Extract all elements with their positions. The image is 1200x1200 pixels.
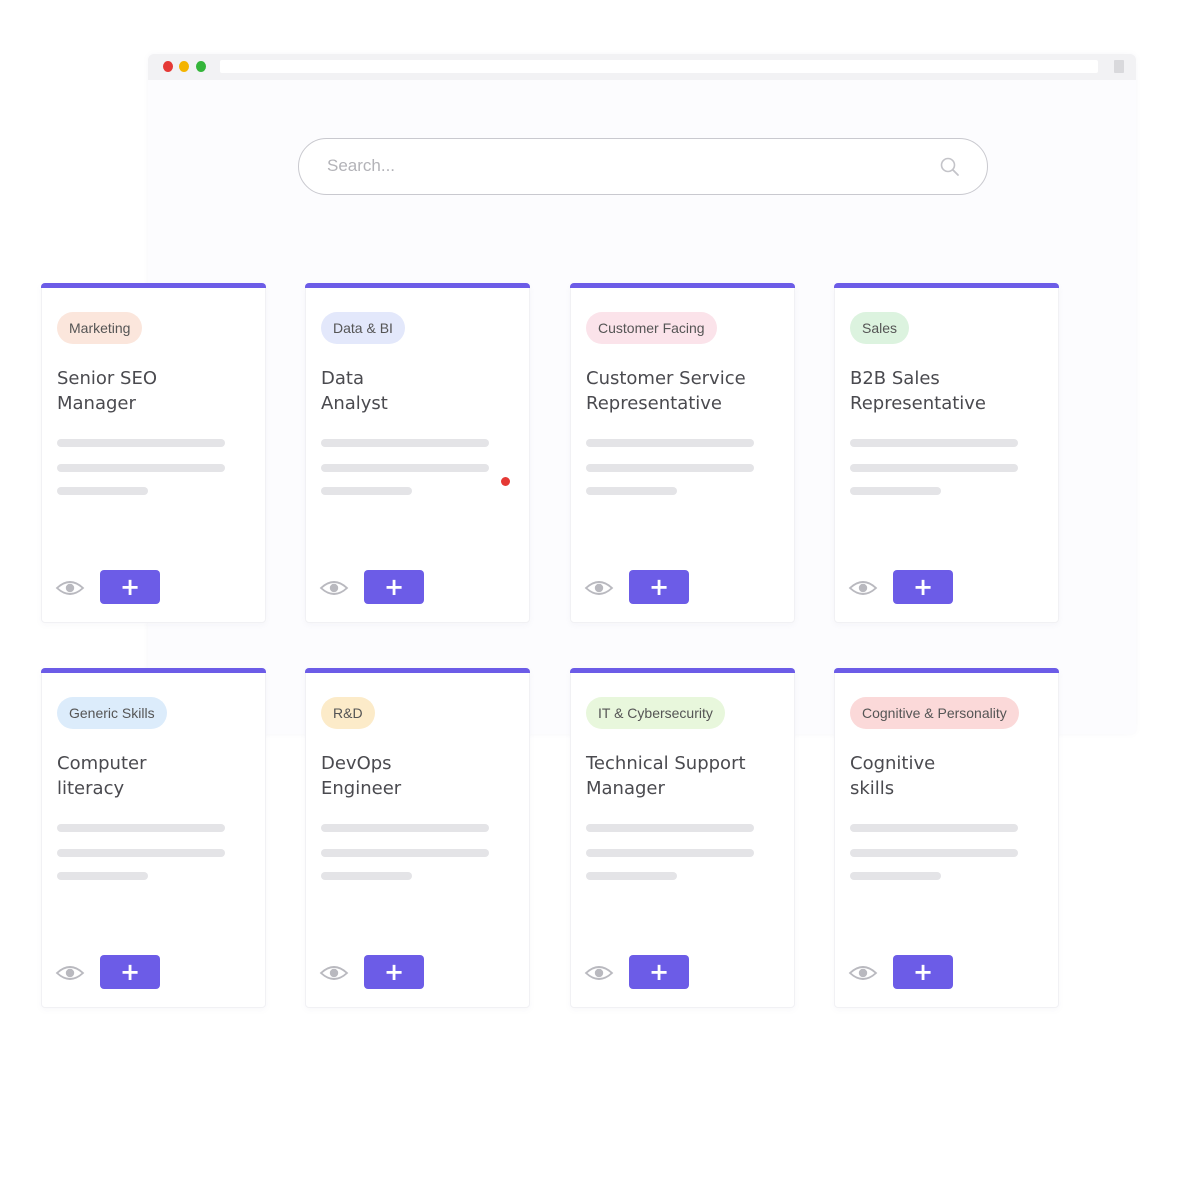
card-title-line-1: Computer bbox=[57, 753, 147, 774]
card[interactable]: Customer Facing Customer Service Represe… bbox=[570, 283, 795, 623]
card-title-line-1: Data bbox=[321, 368, 364, 389]
eye-icon[interactable] bbox=[319, 963, 349, 983]
card[interactable]: IT & Cybersecurity Technical Support Man… bbox=[570, 668, 795, 1008]
card[interactable]: Sales B2B Sales Representative + bbox=[834, 283, 1059, 623]
placeholder-line bbox=[57, 487, 148, 495]
card-title-line-2: skills bbox=[850, 778, 895, 799]
eye-icon[interactable] bbox=[848, 578, 878, 598]
card-title: DevOps Engineer bbox=[321, 751, 526, 801]
placeholder-line bbox=[57, 439, 225, 447]
card-title-line-1: DevOps bbox=[321, 753, 392, 774]
placeholder-line bbox=[586, 824, 754, 832]
minimize-window-button[interactable] bbox=[179, 61, 189, 72]
card-title: B2B Sales Representative bbox=[850, 366, 1055, 416]
placeholder-line bbox=[57, 872, 148, 880]
search-icon[interactable] bbox=[939, 156, 961, 178]
card[interactable]: R&D DevOps Engineer + bbox=[305, 668, 530, 1008]
placeholder-line bbox=[586, 872, 677, 880]
eye-icon[interactable] bbox=[55, 578, 85, 598]
placeholder-line bbox=[586, 439, 754, 447]
card[interactable]: Marketing Senior SEO Manager + bbox=[41, 283, 266, 623]
category-tag: Cognitive & Personality bbox=[850, 697, 1019, 729]
placeholder-line bbox=[321, 487, 412, 495]
placeholder-line bbox=[321, 824, 489, 832]
close-window-button[interactable] bbox=[163, 61, 173, 72]
card[interactable]: Generic Skills Computer literacy + bbox=[41, 668, 266, 1008]
placeholder-line bbox=[321, 872, 412, 880]
card-accent-bar bbox=[834, 283, 1059, 288]
placeholder-line bbox=[850, 464, 1018, 472]
placeholder-line bbox=[321, 849, 489, 857]
card-title: Computer literacy bbox=[57, 751, 262, 801]
add-button[interactable]: + bbox=[100, 955, 160, 989]
card-title-line-2: Representative bbox=[850, 393, 987, 414]
card-title-line-1: Cognitive bbox=[850, 753, 936, 774]
placeholder-line bbox=[850, 439, 1018, 447]
category-tag: Marketing bbox=[57, 312, 143, 344]
card[interactable]: Cognitive & Personality Cognitive skills… bbox=[834, 668, 1059, 1008]
add-button[interactable]: + bbox=[629, 570, 689, 604]
eye-icon[interactable] bbox=[319, 578, 349, 598]
placeholder-line bbox=[586, 487, 677, 495]
eye-icon[interactable] bbox=[55, 963, 85, 983]
add-button[interactable]: + bbox=[629, 955, 689, 989]
placeholder-line bbox=[586, 849, 754, 857]
category-tag: Data & BI bbox=[321, 312, 405, 344]
card-accent-bar bbox=[834, 668, 1059, 673]
category-tag: R&D bbox=[321, 697, 375, 729]
notification-dot bbox=[501, 477, 510, 486]
add-button[interactable]: + bbox=[893, 955, 953, 989]
card-accent-bar bbox=[570, 668, 795, 673]
placeholder-line bbox=[850, 824, 1018, 832]
placeholder-line bbox=[321, 439, 489, 447]
card-title-line-2: Analyst bbox=[321, 393, 388, 414]
card-accent-bar bbox=[41, 668, 266, 673]
placeholder-line bbox=[850, 872, 941, 880]
card-title-line-2: Engineer bbox=[321, 778, 402, 799]
eye-icon[interactable] bbox=[584, 578, 614, 598]
maximize-window-button[interactable] bbox=[196, 61, 206, 72]
card-accent-bar bbox=[305, 668, 530, 673]
eye-icon[interactable] bbox=[584, 963, 614, 983]
card-accent-bar bbox=[570, 283, 795, 288]
category-tag: IT & Cybersecurity bbox=[586, 697, 725, 729]
card-accent-bar bbox=[305, 283, 530, 288]
search-box[interactable] bbox=[298, 138, 988, 195]
placeholder-line bbox=[850, 849, 1018, 857]
card-title: Data Analyst bbox=[321, 366, 526, 416]
add-button[interactable]: + bbox=[364, 955, 424, 989]
placeholder-line bbox=[321, 464, 489, 472]
search-input[interactable] bbox=[327, 151, 907, 181]
placeholder-line bbox=[57, 849, 225, 857]
category-tag: Sales bbox=[850, 312, 910, 344]
category-tag: Customer Facing bbox=[586, 312, 717, 344]
eye-icon[interactable] bbox=[848, 963, 878, 983]
card[interactable]: Data & BI Data Analyst + bbox=[305, 283, 530, 623]
card-title: Senior SEO Manager bbox=[57, 366, 262, 416]
card-title-line-1: Technical Support bbox=[586, 753, 746, 774]
card-title: Technical Support Manager bbox=[586, 751, 791, 801]
browser-menu-button[interactable] bbox=[1114, 60, 1124, 73]
add-button[interactable]: + bbox=[893, 570, 953, 604]
add-button[interactable]: + bbox=[100, 570, 160, 604]
browser-title-bar bbox=[148, 54, 1136, 80]
address-bar[interactable] bbox=[220, 60, 1098, 73]
card-title-line-1: B2B Sales bbox=[850, 368, 940, 389]
card-title-line-2: Representative bbox=[586, 393, 723, 414]
card-title-line-1: Senior SEO bbox=[57, 368, 158, 389]
add-button[interactable]: + bbox=[364, 570, 424, 604]
card-title-line-2: Manager bbox=[57, 393, 136, 414]
placeholder-line bbox=[57, 824, 225, 832]
card-title-line-1: Customer Service bbox=[586, 368, 746, 389]
placeholder-line bbox=[586, 464, 754, 472]
card-title: Customer Service Representative bbox=[586, 366, 791, 416]
category-tag: Generic Skills bbox=[57, 697, 167, 729]
placeholder-line bbox=[850, 487, 941, 495]
card-title-line-2: literacy bbox=[57, 778, 125, 799]
placeholder-line bbox=[57, 464, 225, 472]
card-title-line-2: Manager bbox=[586, 778, 665, 799]
card-accent-bar bbox=[41, 283, 266, 288]
card-title: Cognitive skills bbox=[850, 751, 1055, 801]
